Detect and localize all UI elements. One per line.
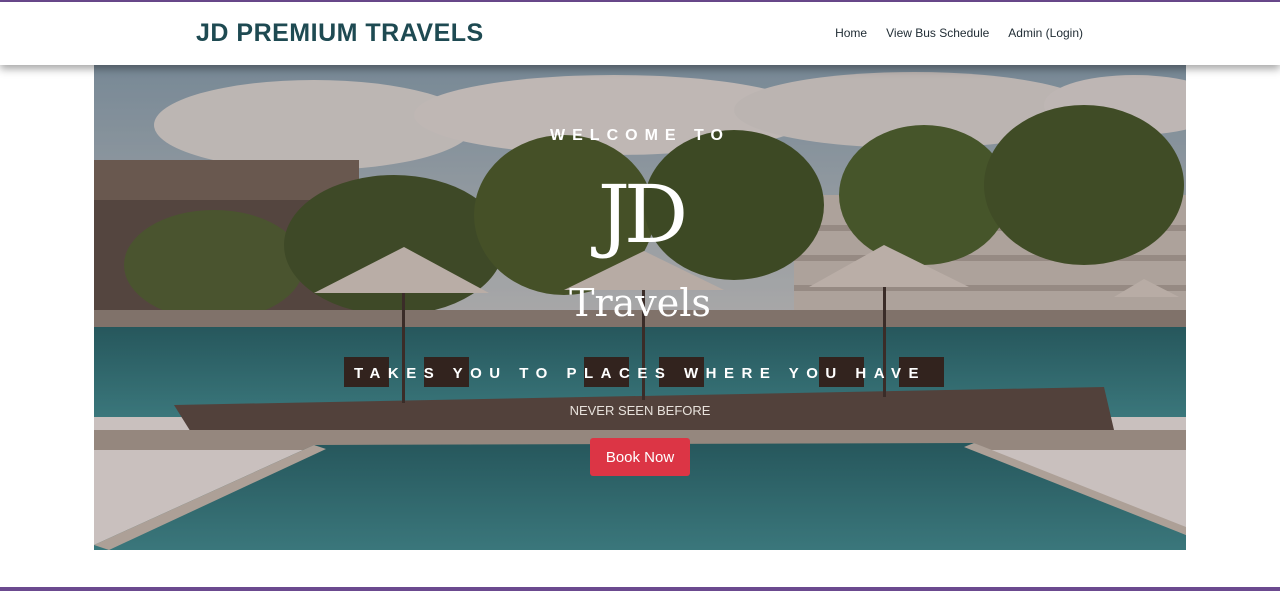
hero-tagline: TAKES YOU TO PLACES WHERE YOU HAVE [354,365,926,382]
nav-links: Home View Bus Schedule Admin (Login) [835,26,1083,40]
hero-welcome-text: WELCOME TO [550,127,730,144]
hero-banner: WELCOME TO JD Travels TAKES YOU TO PLACE… [94,65,1186,550]
bottom-accent-bar [0,587,1280,591]
logo-wordmark: Travels [569,281,711,325]
hero-subtagline: NEVER SEEN BEFORE [569,403,711,418]
nav-link-home[interactable]: Home [835,26,867,40]
nav-link-bus-schedule[interactable]: View Bus Schedule [886,26,989,40]
brand-logo-link[interactable]: JD PREMIUM TRAVELS [196,19,484,48]
nav-link-admin-login[interactable]: Admin (Login) [1008,26,1083,40]
logo-monogram: JD [597,168,688,261]
book-now-button[interactable]: Book Now [590,438,690,476]
navbar: JD PREMIUM TRAVELS Home View Bus Schedul… [0,2,1280,65]
